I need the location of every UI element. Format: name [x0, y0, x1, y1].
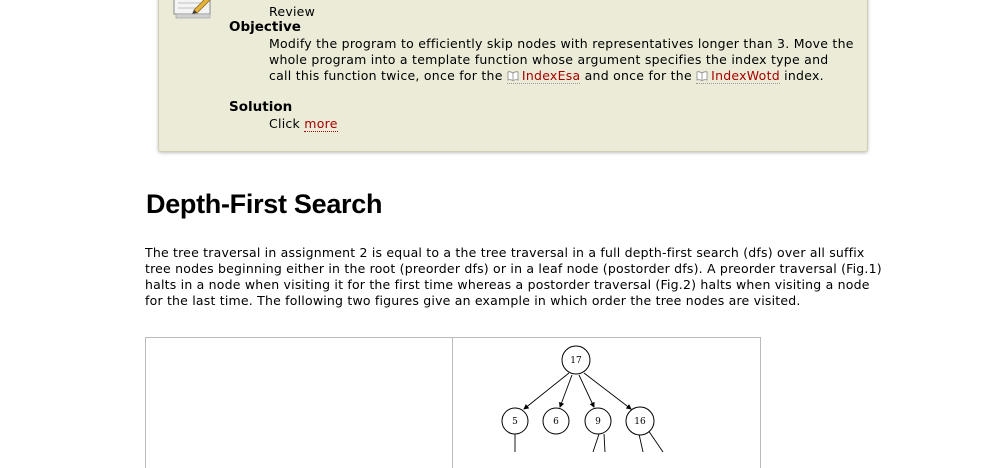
assignment-type-value: Review: [269, 4, 316, 19]
tree-edge: [523, 372, 570, 410]
tree-edge: [647, 429, 664, 453]
notepad-icon: [173, 0, 211, 19]
tree-node: 5: [501, 407, 529, 435]
objective-text: Modify the program to efficiently skip n…: [269, 36, 854, 84]
tree-edge: [559, 374, 573, 408]
index-esa-link[interactable]: IndexEsa: [506, 68, 581, 84]
book-icon: [696, 71, 708, 81]
section-title: Depth-First Search: [146, 189, 383, 219]
index-esa-label: IndexEsa: [521, 68, 581, 83]
tree-edge: [578, 374, 595, 408]
figure-table: 17 5 6 9 16: [145, 337, 761, 468]
tree-node-label: 6: [553, 417, 559, 427]
tree-node-label: 5: [512, 417, 518, 427]
tree-node-label: 9: [595, 417, 601, 427]
solution-text: Click more: [269, 116, 338, 132]
tree-edge: [638, 433, 644, 453]
tree-node: 16: [625, 406, 655, 436]
tree-node: 6: [542, 407, 570, 435]
tree-node: 9: [584, 407, 612, 435]
tree-edge: [603, 433, 606, 453]
index-wotd-link[interactable]: IndexWotd: [696, 68, 780, 84]
tree-diagram: 17 5 6 9 16: [501, 345, 664, 453]
index-wotd-label: IndexWotd: [711, 68, 780, 83]
book-icon: [507, 71, 519, 81]
tree-node-label: 17: [570, 356, 582, 366]
tree-node-root: 17: [561, 345, 591, 375]
tree-node-label: 16: [634, 417, 646, 427]
solution-more-link[interactable]: more: [304, 116, 338, 132]
section-paragraph: The tree traversal in assignment 2 is eq…: [145, 245, 882, 308]
objective-text-2: and once for the: [584, 68, 692, 83]
solution-click-text: Click: [269, 116, 301, 131]
solution-label: Solution: [229, 99, 293, 115]
tree-edge: [583, 372, 632, 410]
objective-label: Objective: [229, 19, 301, 35]
objective-text-3: index.: [784, 68, 824, 83]
tree-edge: [592, 433, 600, 453]
